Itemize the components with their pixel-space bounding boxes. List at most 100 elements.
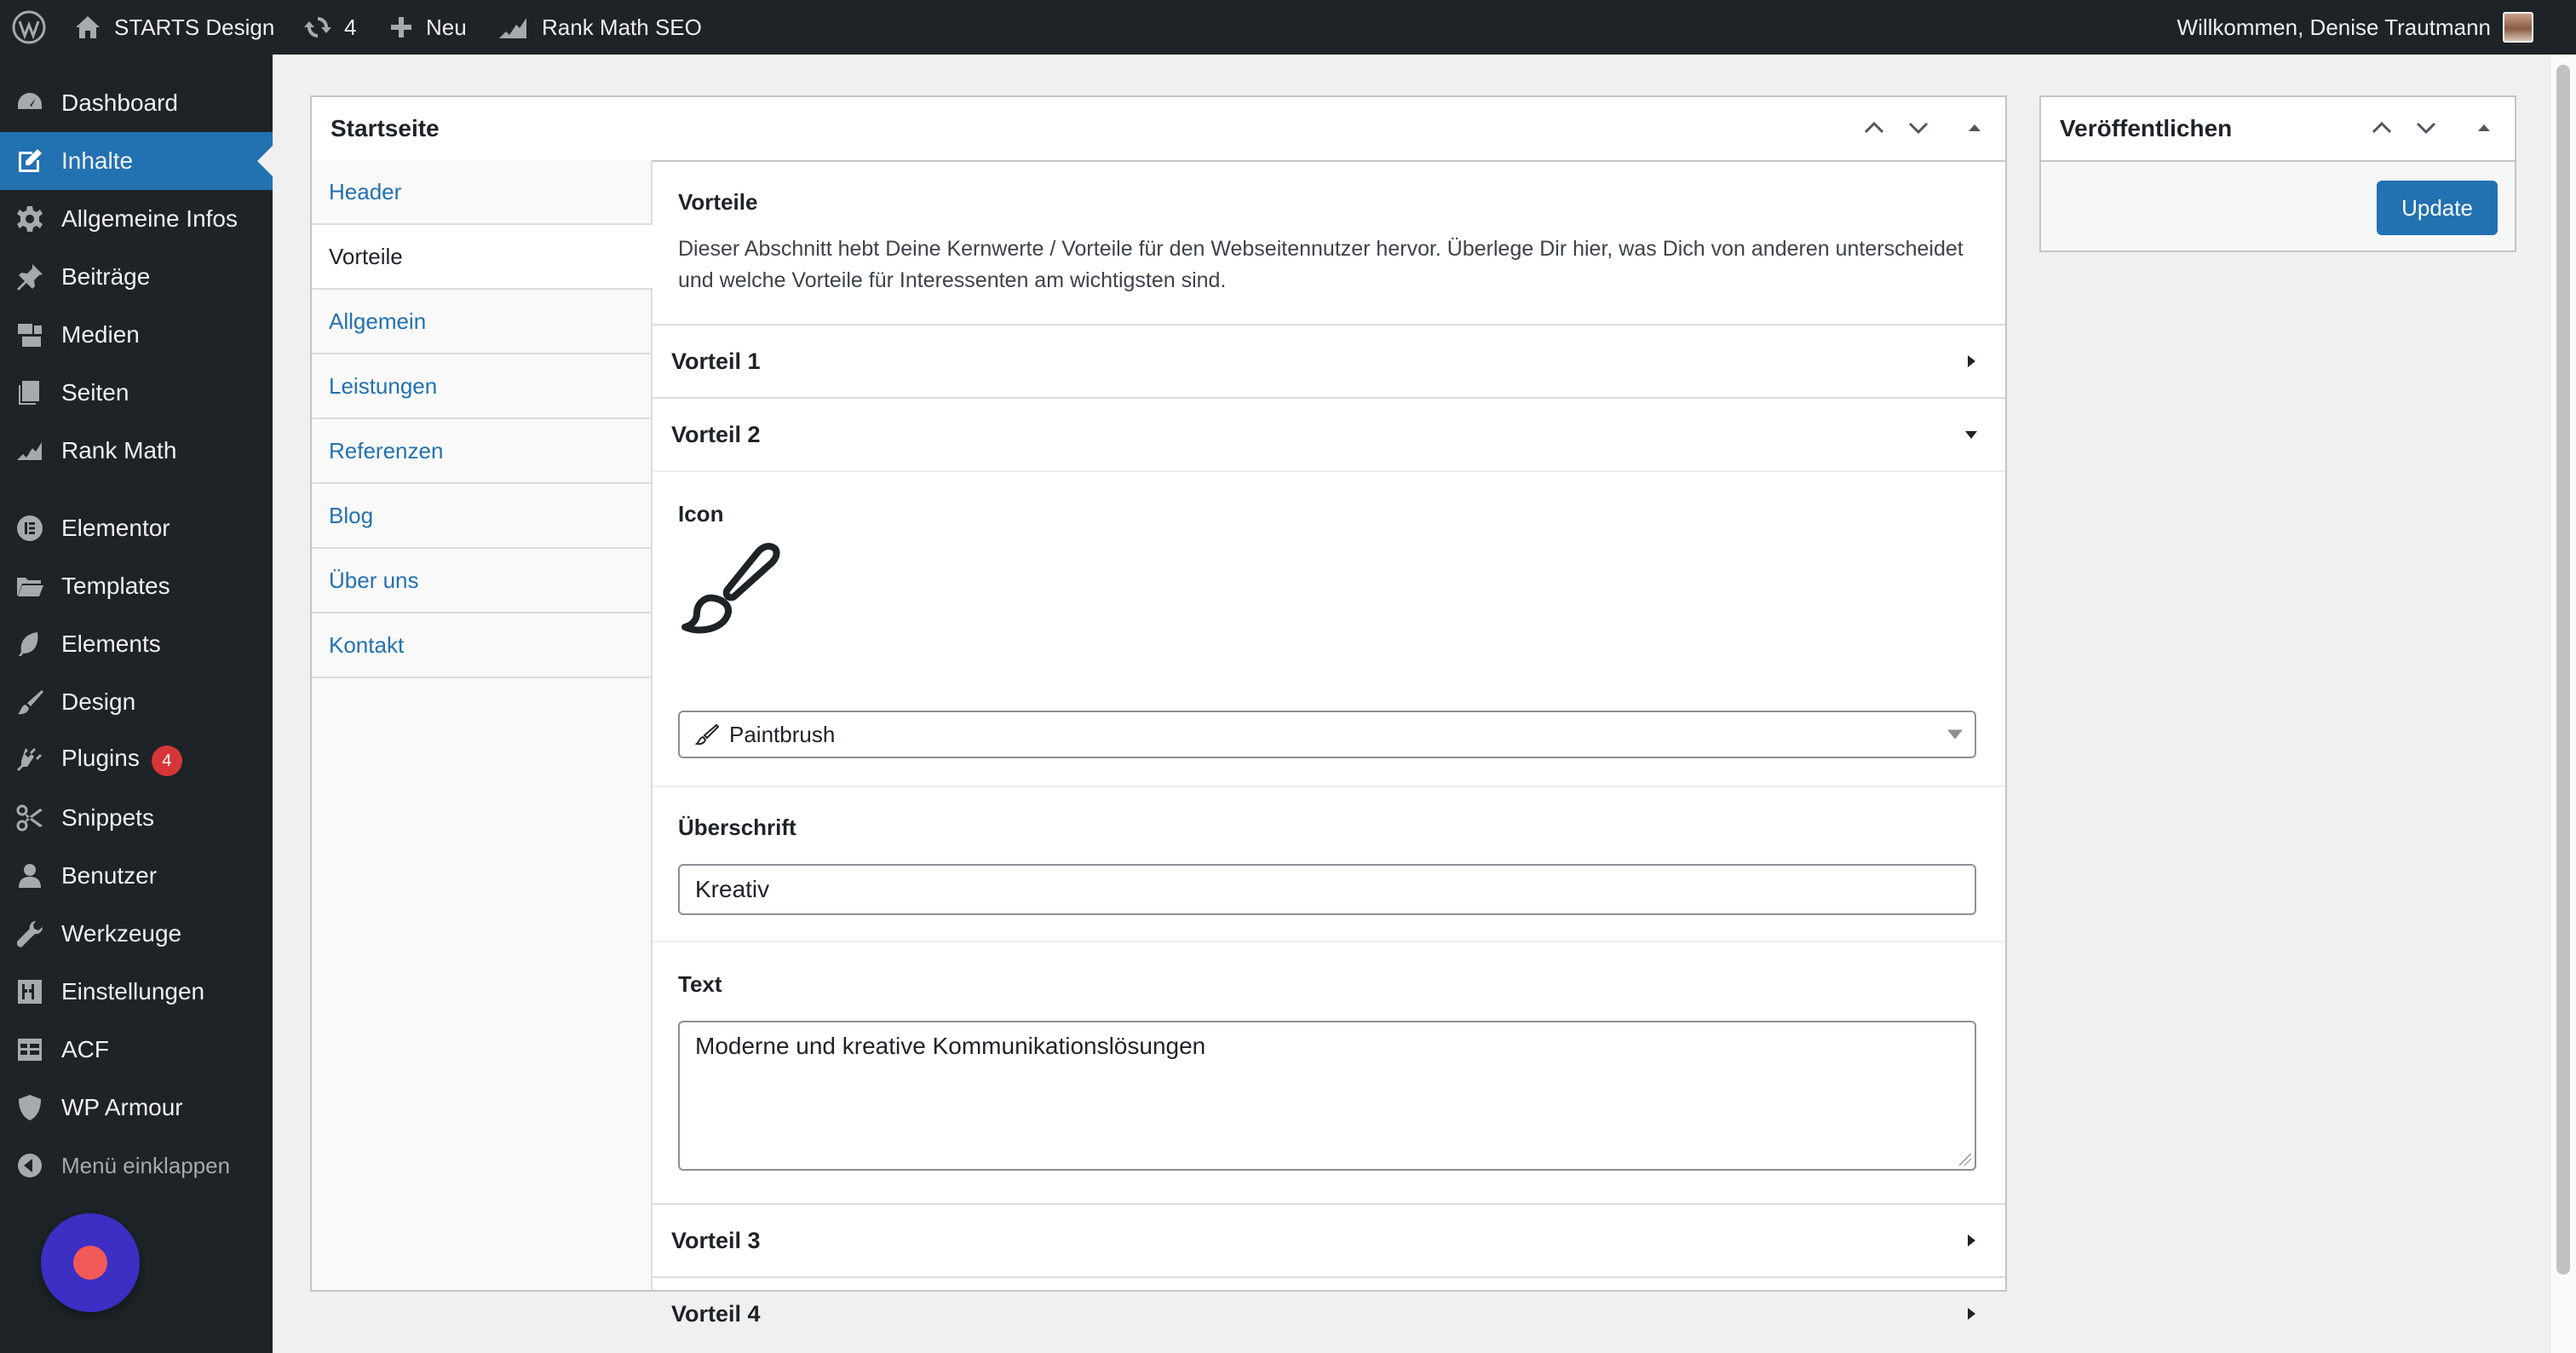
dropdown-arrow-icon [1947, 729, 1963, 740]
new-content-link[interactable]: Neu [388, 0, 467, 55]
update-button[interactable]: Update [2377, 181, 2498, 235]
plugin-icon [15, 746, 44, 774]
sidebar-item-medien[interactable]: Medien [0, 306, 273, 364]
wrench-icon [15, 919, 44, 948]
sidebar-item-dashboard[interactable]: Dashboard [0, 74, 273, 132]
caret-right-icon [1963, 1232, 1980, 1249]
avatar [2503, 12, 2533, 43]
sidebar-item-werkzeuge[interactable]: Werkzeuge [0, 905, 273, 963]
greeting-text: Willkommen, Denise Trautmann [2176, 14, 2491, 40]
sidebar-item-allgemeine-infos[interactable]: Allgemeine Infos [0, 190, 273, 248]
settings-sliders-icon [15, 977, 44, 1006]
sidebar-item-beitraege[interactable]: Beiträge [0, 248, 273, 306]
divider [653, 786, 2005, 787]
tab-content: Vorteile Dieser Abschnitt hebt Deine Ker… [653, 160, 2005, 1327]
divider [653, 470, 2005, 472]
publish-header: Veröffentlichen [2041, 97, 2515, 162]
user-icon [15, 861, 44, 890]
pages-icon [15, 378, 44, 407]
sidebar-item-wp-armour[interactable]: WP Armour [0, 1079, 273, 1137]
toggle-panel-triangle-icon[interactable] [2470, 114, 2498, 141]
chat-widget-dot [73, 1246, 107, 1280]
pushpin-icon [15, 262, 44, 291]
sidebar-item-plugins[interactable]: Plugins 4 [0, 731, 273, 789]
accordion-title: Vorteil 2 [671, 421, 761, 447]
site-name-link[interactable]: STARTS Design [73, 0, 274, 55]
resize-handle-icon[interactable] [1959, 1154, 1971, 1166]
gear-icon [15, 204, 44, 233]
folder-icon [15, 572, 44, 601]
chat-widget-button[interactable] [41, 1213, 140, 1312]
move-up-chevron-icon[interactable] [1860, 114, 1888, 141]
sidebar-item-snippets[interactable]: Snippets [0, 789, 273, 847]
tab-blog[interactable]: Blog [312, 484, 651, 549]
tab-leistungen[interactable]: Leistungen [312, 354, 651, 419]
scrollbar-thumb[interactable] [2556, 65, 2570, 1275]
accordion-title: Vorteil 1 [671, 348, 761, 374]
home-icon [73, 13, 102, 42]
accordion-vorteil-1[interactable]: Vorteil 1 [653, 324, 2005, 397]
rankmath-icon [497, 13, 530, 42]
sidebar-item-einstellungen[interactable]: Einstellungen [0, 963, 273, 1021]
paintbrush-preview-icon [680, 542, 782, 636]
section-title: Vorteile [678, 189, 758, 215]
accordion-vorteil-3[interactable]: Vorteil 3 [653, 1203, 2005, 1276]
plugins-update-badge: 4 [151, 745, 182, 776]
tabs-column: Header Vorteile Allgemein Leistungen Ref… [312, 160, 653, 1290]
updates-link[interactable]: 4 [303, 0, 356, 55]
tab-header[interactable]: Header [312, 160, 651, 225]
accordion-title: Vorteil 3 [671, 1227, 761, 1253]
sidebar-item-design[interactable]: Design [0, 673, 273, 731]
postbox-header: Startseite [312, 97, 2005, 162]
heading-input[interactable]: Kreativ [678, 864, 1976, 915]
updates-count: 4 [344, 14, 357, 40]
caret-right-icon [1963, 1305, 1980, 1322]
icon-field-label: Icon [678, 501, 724, 527]
startseite-postbox: Startseite Header Vorteile Allgemein Lei… [310, 95, 2007, 1327]
scissors-icon [15, 803, 44, 832]
sidebar-item-seiten[interactable]: Seiten [0, 364, 273, 422]
grid-icon [15, 1035, 44, 1064]
leaf-icon [15, 630, 44, 659]
move-down-chevron-icon[interactable] [2412, 114, 2440, 141]
move-up-chevron-icon[interactable] [2368, 114, 2395, 141]
collapse-arrow-icon [15, 1151, 44, 1180]
shield-icon [15, 1093, 44, 1122]
caret-right-icon [1963, 353, 1980, 370]
accordion-vorteil-2[interactable]: Vorteil 2 [653, 397, 2005, 470]
tab-ueber-uns[interactable]: Über uns [312, 549, 651, 613]
tab-allgemein[interactable]: Allgemein [312, 290, 651, 354]
accordion-vorteil-4[interactable]: Vorteil 4 [653, 1276, 2005, 1350]
seo-label: Rank Math SEO [542, 14, 702, 40]
tab-kontakt[interactable]: Kontakt [312, 613, 651, 678]
admin-sidebar: Dashboard Inhalte Allgemeine Infos Beitr… [0, 55, 273, 1353]
postbox-title: Startseite [331, 115, 440, 141]
sidebar-item-inhalte[interactable]: Inhalte [0, 132, 273, 190]
paintbrush-icon [15, 688, 44, 717]
sidebar-item-benutzer[interactable]: Benutzer [0, 847, 273, 905]
sidebar-item-acf[interactable]: ACF [0, 1021, 273, 1079]
new-label: Neu [426, 14, 467, 40]
site-name: STARTS Design [114, 14, 275, 40]
sidebar-item-elementor[interactable]: Elementor [0, 499, 273, 557]
account-menu[interactable]: Willkommen, Denise Trautmann [2177, 0, 2533, 55]
rank-math-seo-link[interactable]: Rank Math SEO [497, 0, 702, 55]
sidebar-item-label: Plugins [61, 744, 140, 771]
text-textarea[interactable]: Moderne und kreative Kommunikationslösun… [678, 1021, 1976, 1171]
collapse-menu-button[interactable]: Menü einklappen [0, 1137, 273, 1195]
icon-select[interactable]: Paintbrush [678, 711, 1976, 758]
section-description: Dieser Abschnitt hebt Deine Kernwerte / … [678, 237, 1964, 292]
move-down-chevron-icon[interactable] [1905, 114, 1932, 141]
toggle-panel-triangle-icon[interactable] [1961, 114, 1988, 141]
publish-title: Veröffentlichen [2060, 115, 2233, 141]
publish-postbox: Veröffentlichen Update [2039, 95, 2516, 252]
sidebar-item-templates[interactable]: Templates [0, 557, 273, 615]
tab-vorteile[interactable]: Vorteile [312, 225, 653, 290]
tab-referenzen[interactable]: Referenzen [312, 419, 651, 484]
sidebar-item-elements[interactable]: Elements [0, 615, 273, 673]
wordpress-logo-icon[interactable] [12, 0, 46, 55]
icon-select-value: Paintbrush [729, 721, 836, 747]
sidebar-item-rank-math[interactable]: Rank Math [0, 422, 273, 480]
admin-bar: STARTS Design 4 Neu Rank Math SEO Willko… [0, 0, 2576, 55]
text-field-label: Text [678, 971, 722, 997]
